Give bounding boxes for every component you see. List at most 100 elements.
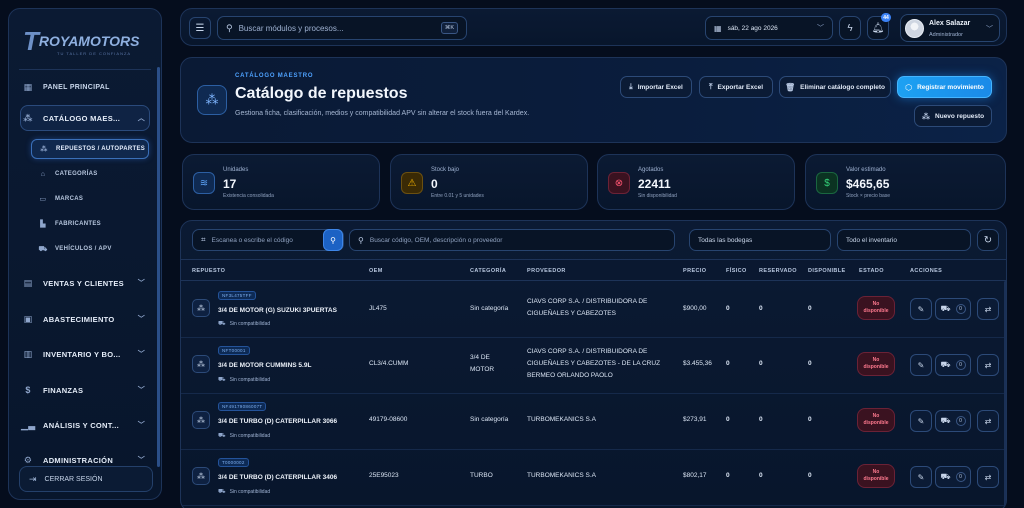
sidebar-item-panel-principal[interactable]: ▦ PANEL PRINCIPAL bbox=[21, 75, 151, 99]
import-excel-button[interactable]: ⤓ Importar Excel bbox=[620, 76, 692, 98]
barcode-scan-input[interactable]: ⌗ Escanea o escribe el código bbox=[192, 229, 344, 251]
part-category: Sin categoría bbox=[470, 305, 509, 312]
sidebar-group-abastecimiento[interactable]: ▣ ABASTECIMIENTO ﹀ bbox=[21, 307, 151, 331]
header-proveedor[interactable]: PROVEEDOR bbox=[527, 268, 566, 274]
export-excel-button[interactable]: ⤒ Exportar Excel bbox=[699, 76, 773, 98]
sidebar-group-analisis[interactable]: ▁▃ ANÁLISIS Y CONT... ﹀ bbox=[21, 413, 151, 437]
part-available: 0 bbox=[808, 360, 812, 367]
part-available: 0 bbox=[808, 472, 812, 479]
header-fisico[interactable]: FÍSICO bbox=[726, 268, 747, 274]
sidebar-subitem-label: REPUESTOS / AUTOPARTES bbox=[56, 146, 146, 152]
vehicles-button[interactable]: ⛟ 0 bbox=[935, 354, 971, 376]
table-row[interactable]: ⁂ T0000002 3/4 DE TURBO (D) CATERPILLAR … bbox=[181, 450, 1006, 506]
sidebar-group-catalogo[interactable]: ⁂ CATÁLOGO MAES... ︿ bbox=[21, 106, 151, 130]
status-line: No bbox=[872, 469, 880, 475]
layers-icon: ≋ bbox=[193, 172, 215, 194]
sidebar-group-finanzas[interactable]: $ FINANZAS ﹀ bbox=[21, 378, 151, 402]
page-title: Catálogo de repuestos bbox=[235, 85, 408, 102]
global-search-input[interactable]: ⚲ Buscar módulos y procesos... ⌘K bbox=[217, 16, 467, 40]
sidebar-subitem-repuestos[interactable]: ⁂ REPUESTOS / AUTOPARTES bbox=[31, 139, 149, 159]
pencil-icon: ✎ bbox=[917, 360, 925, 370]
car-icon: ⛟ bbox=[218, 489, 226, 495]
register-movement-button[interactable]: ⬡ Registrar movimiento bbox=[897, 76, 992, 98]
brand-logo[interactable]: T ROYAMOTORS TU TALLER DE CONFIANZA bbox=[23, 21, 149, 61]
table-row[interactable]: ⁂ NF49179086007T 3/4 DE TURBO (D) CATERP… bbox=[181, 394, 1006, 450]
edit-button[interactable]: ✎ bbox=[910, 410, 932, 432]
part-name[interactable]: 3/4 DE MOTOR (G) SUZUKI 3PUERTAS bbox=[218, 307, 337, 314]
part-reserved: 0 bbox=[759, 472, 763, 479]
header-oem[interactable]: OEM bbox=[369, 268, 383, 274]
warehouse-select[interactable]: Todas las bodegas bbox=[689, 229, 831, 251]
sidebar-subitem-marcas[interactable]: ▭ MARCAS bbox=[31, 189, 149, 209]
search-placeholder: Buscar módulos y procesos... bbox=[238, 23, 344, 33]
inventory-select[interactable]: Todo el inventario bbox=[837, 229, 971, 251]
part-code: NF3L475TFF bbox=[218, 291, 256, 300]
cubes-icon: ⁂ bbox=[23, 112, 33, 123]
vehicles-button[interactable]: ⛟ 0 bbox=[935, 466, 971, 488]
transfer-button[interactable]: ⇄ bbox=[977, 466, 999, 488]
transfer-button[interactable]: ⇄ bbox=[977, 410, 999, 432]
sidebar-subitem-fabricantes[interactable]: ▙ FABRICANTES bbox=[31, 214, 149, 234]
header-estado[interactable]: ESTADO bbox=[859, 268, 884, 274]
edit-button[interactable]: ✎ bbox=[910, 466, 932, 488]
part-reserved: 0 bbox=[759, 360, 763, 367]
part-available: 0 bbox=[808, 416, 812, 423]
header-repuesto[interactable]: REPUESTO bbox=[192, 268, 225, 274]
refresh-button[interactable]: ↻ bbox=[977, 229, 999, 251]
vehicles-button[interactable]: ⛟ 0 bbox=[935, 410, 971, 432]
part-supplier-line: CIAVS CORP S.A. / DISTRIBUIDORA DE bbox=[527, 348, 648, 355]
status-line: No bbox=[872, 357, 880, 363]
user-menu[interactable]: Alex Salazar Administrador ﹀ bbox=[900, 14, 1000, 42]
part-supplier-line: CIGUEÑALES Y CABEZOTES - DE LA CRUZ bbox=[527, 360, 661, 367]
part-supplier-line: TURBOMEKANICS S.A bbox=[527, 472, 596, 479]
status-badge: No disponible bbox=[857, 352, 895, 376]
chevron-up-icon: ︿ bbox=[137, 115, 145, 122]
part-category-line: MOTOR bbox=[470, 366, 495, 373]
header-precio[interactable]: PRECIO bbox=[683, 268, 707, 274]
quick-actions-button[interactable]: ϟ bbox=[839, 16, 861, 40]
part-name[interactable]: 3/4 DE TURBO (D) CATERPILLAR 3066 bbox=[218, 418, 337, 425]
table-row[interactable]: ⁂ NF3L475TFF 3/4 DE MOTOR (G) SUZUKI 3PU… bbox=[181, 282, 1006, 338]
x-circle-icon: ⊗ bbox=[608, 172, 630, 194]
sidebar-group-ventas[interactable]: ▤ VENTAS Y CLIENTES ﹀ bbox=[21, 271, 151, 295]
part-name[interactable]: 3/4 DE MOTOR CUMMINS 5.9L bbox=[218, 362, 311, 369]
table-row[interactable]: ⁂ NFT00001 3/4 DE MOTOR CUMMINS 5.9L ⛟ Si… bbox=[181, 338, 1006, 394]
stat-card-units: ≋ Unidades 17 Existencia consolidada bbox=[182, 154, 380, 210]
page-header: ⁂ CATÁLOGO MAESTRO Catálogo de repuestos… bbox=[180, 57, 1007, 143]
header-reservado[interactable]: RESERVADO bbox=[759, 268, 797, 274]
date-selector[interactable]: ▦ sáb, 22 ago 2026 ﹀ bbox=[705, 16, 833, 40]
new-part-button[interactable]: ⁂ Nuevo repuesto bbox=[914, 105, 992, 127]
parts-search-input[interactable]: ⚲ Buscar código, OEM, descripción o prov… bbox=[349, 229, 675, 251]
sidebar-scrollbar[interactable] bbox=[157, 67, 160, 467]
stat-value: $465,65 bbox=[846, 177, 890, 191]
header-disponible[interactable]: DISPONIBLE bbox=[808, 268, 846, 274]
sidebar-subitem-vehiculos[interactable]: ⛟ VEHÍCULOS / APV bbox=[31, 239, 149, 259]
parts-table-card: ⌗ Escanea o escribe el código ⚲ ⚲ Buscar… bbox=[180, 220, 1007, 508]
header-categoria[interactable]: CATEGORÍA bbox=[470, 268, 506, 274]
sidebar-group-label: INVENTARIO Y BO... bbox=[43, 349, 121, 359]
transfer-button[interactable]: ⇄ bbox=[977, 354, 999, 376]
pencil-icon: ✎ bbox=[917, 472, 925, 482]
part-name[interactable]: 3/4 DE TURBO (D) CATERPILLAR 3406 bbox=[218, 474, 337, 481]
sidebar-group-label: VENTAS Y CLIENTES bbox=[43, 278, 124, 288]
status-line: disponible bbox=[863, 476, 889, 482]
scan-search-button[interactable]: ⚲ bbox=[323, 229, 343, 251]
sidebar-group-label: CATÁLOGO MAES... bbox=[43, 113, 121, 123]
logout-button[interactable]: ⇥ CERRAR SESIÓN bbox=[19, 466, 153, 492]
cubes-icon: ⁂ bbox=[192, 355, 210, 373]
status-line: disponible bbox=[863, 420, 889, 426]
menu-toggle-button[interactable]: ☰ bbox=[189, 17, 211, 39]
edit-button[interactable]: ✎ bbox=[910, 298, 932, 320]
sidebar-subitem-categorias[interactable]: ⌂ CATEGORÍAS bbox=[31, 164, 149, 184]
sidebar-group-label: FINANZAS bbox=[43, 385, 84, 395]
edit-button[interactable]: ✎ bbox=[910, 354, 932, 376]
table-scrollbar[interactable] bbox=[1004, 281, 1006, 508]
transfer-button[interactable]: ⇄ bbox=[977, 298, 999, 320]
delete-catalog-button[interactable]: 🗑︎ Eliminar catálogo completo bbox=[779, 76, 891, 98]
compat-label: Sin compatibilidad bbox=[229, 489, 271, 495]
sidebar-group-inventario[interactable]: ▥ INVENTARIO Y BO... ﹀ bbox=[21, 342, 151, 366]
notifications-button[interactable]: 🔔︎ 44 bbox=[867, 13, 891, 40]
shortcut-badge: ⌘K bbox=[440, 22, 458, 34]
button-label: Registrar movimiento bbox=[917, 83, 984, 91]
vehicles-button[interactable]: ⛟ 0 bbox=[935, 298, 971, 320]
